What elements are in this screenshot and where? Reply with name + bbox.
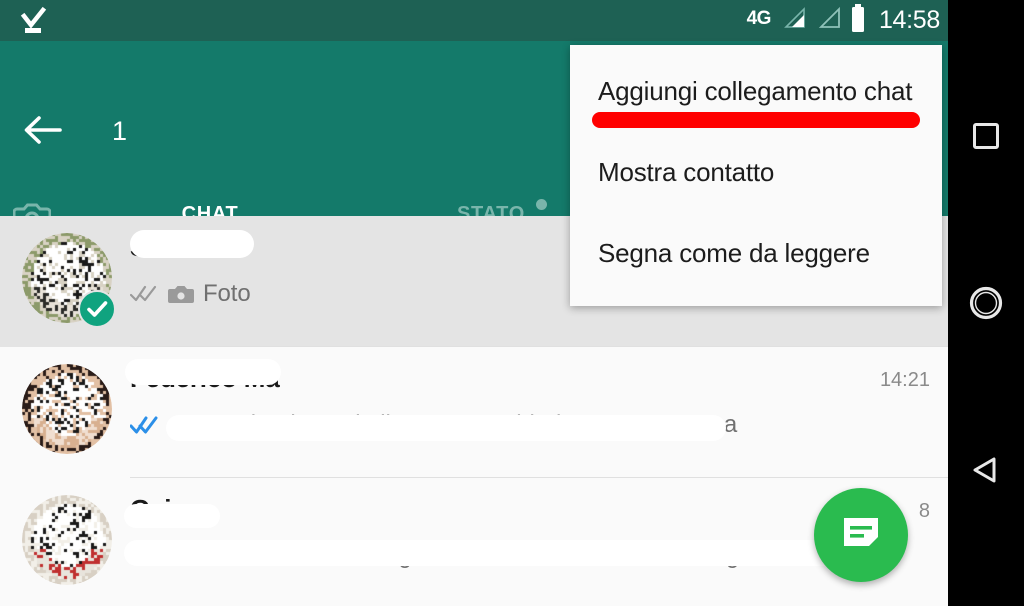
selection-check-badge <box>78 290 116 328</box>
signal-filled-icon <box>780 6 806 35</box>
download-complete-icon <box>16 4 50 38</box>
chat-name: Federico Ma <box>130 363 280 393</box>
chat-preview: per oggi o domani alle 9:00 per chiedere… <box>130 411 737 439</box>
phone-screenshot: 4G 14:58 1 CHAT STATO Simona B Foto Fede… <box>0 0 1024 606</box>
system-nav-bar <box>948 0 1024 606</box>
new-chat-fab[interactable] <box>814 488 908 582</box>
row-content: Gaia Ci vuole mi raccomando, giacca e cr… <box>124 494 930 606</box>
back-arrow-icon[interactable] <box>22 109 64 151</box>
chat-timestamp: 8 <box>918 500 930 522</box>
chat-preview: Ci vuole mi raccomando, giacca e cravatt… <box>130 542 841 570</box>
row-content: Federico Ma per oggi o domani alle 9:00 … <box>125 359 930 478</box>
menu-item-segna-come-da-leggere[interactable]: Segna come da leggere <box>570 213 942 294</box>
chat-list-row[interactable]: Gaia Ci vuole mi raccomando, giacca e cr… <box>0 478 948 606</box>
menu-item-mostra-contatto[interactable]: Mostra contatto <box>570 132 942 213</box>
status-bar-icons: 4G 14:58 <box>747 0 940 41</box>
chat-timestamp: 14:21 <box>879 369 930 391</box>
avatar[interactable] <box>22 364 112 454</box>
avatar[interactable] <box>22 495 112 585</box>
menu-item-label: Segna come da leggere <box>598 238 870 268</box>
whatsapp-app-area: 4G 14:58 1 CHAT STATO Simona B Foto Fede… <box>0 0 948 606</box>
chat-preview-text: Foto <box>203 280 251 307</box>
chat-preview-text: Ci vuole mi raccomando, giacca e cravatt… <box>130 542 841 569</box>
selection-count: 1 <box>112 116 128 146</box>
avatar-image <box>22 364 112 454</box>
status-bar: 4G 14:58 <box>0 0 948 41</box>
chat-name: Gaia <box>130 494 186 524</box>
menu-item-label: Aggiungi collegamento chat <box>598 76 913 106</box>
home-circle-icon[interactable] <box>948 265 1024 341</box>
back-triangle-icon[interactable] <box>948 432 1024 508</box>
chat-name: Simona B <box>130 232 249 262</box>
avatar-image <box>22 495 112 585</box>
tab-stato-badge-dot <box>535 199 547 210</box>
double-check-gray-icon <box>130 285 160 303</box>
overflow-menu[interactable]: Aggiungi collegamento chat Mostra contat… <box>570 45 942 306</box>
recents-square-icon[interactable] <box>948 98 1024 174</box>
signal-empty-icon <box>815 6 841 35</box>
chat-preview-text: per oggi o domani alle 9:00 per chiedere… <box>170 411 738 438</box>
new-chat-icon <box>839 513 883 558</box>
camera-icon <box>168 284 194 305</box>
network-type-label: 4G <box>746 8 772 29</box>
status-bar-clock: 14:58 <box>878 6 940 34</box>
chat-preview: Foto <box>130 280 251 308</box>
chat-list-row[interactable]: Federico Ma per oggi o domani alle 9:00 … <box>0 347 948 478</box>
battery-full-icon <box>850 4 866 37</box>
menu-item-aggiungi-collegamento-chat[interactable]: Aggiungi collegamento chat <box>570 51 942 132</box>
double-check-blue-icon <box>130 416 162 435</box>
menu-item-label: Mostra contatto <box>598 157 775 187</box>
